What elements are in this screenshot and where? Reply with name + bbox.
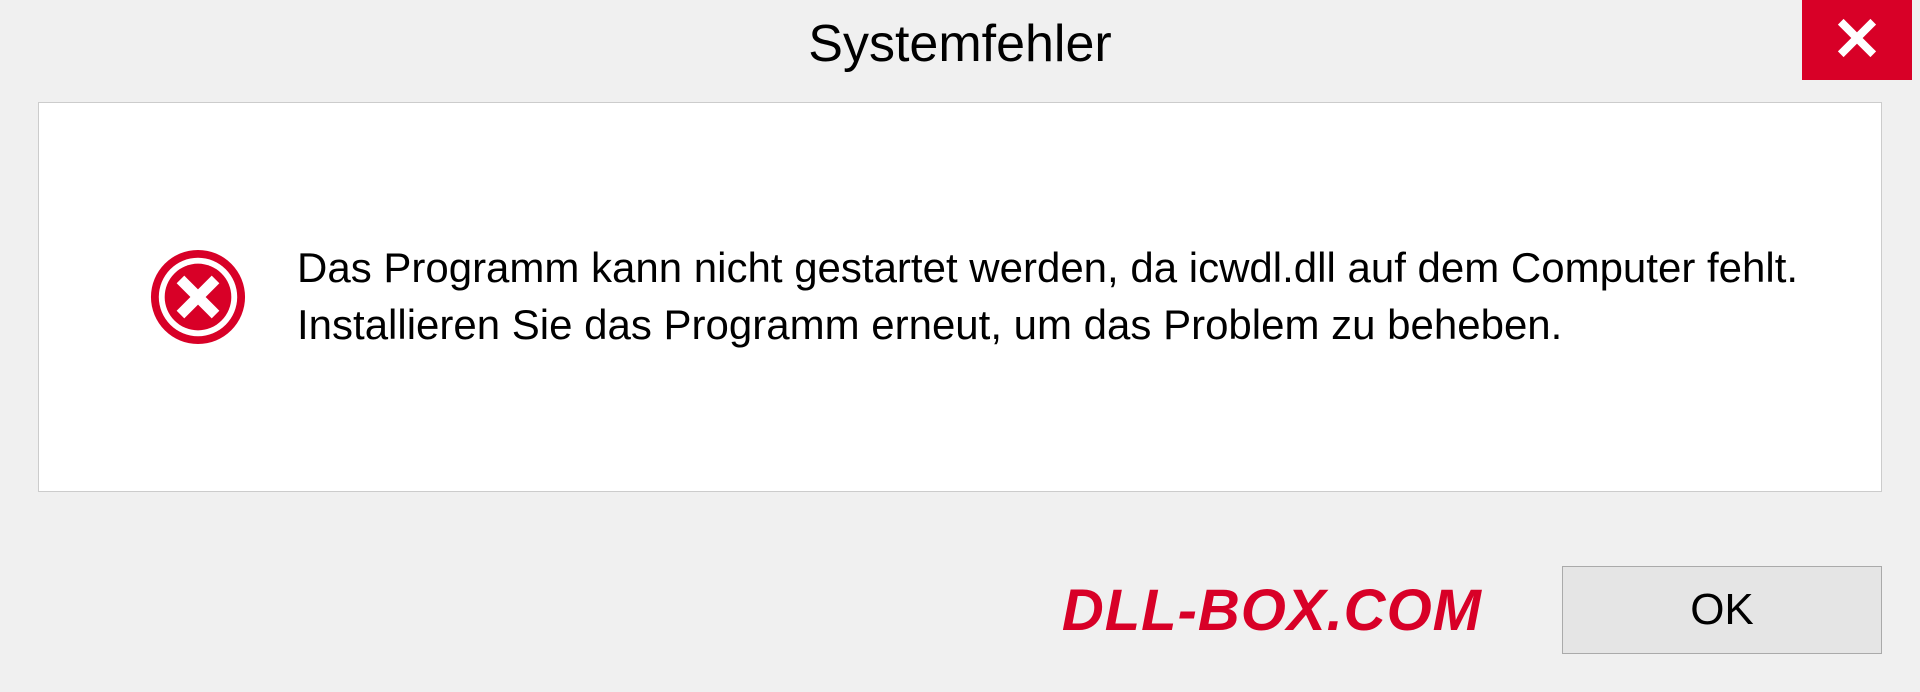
watermark-text: DLL-BOX.COM: [1062, 577, 1482, 644]
dialog-title: Systemfehler: [808, 14, 1111, 74]
error-message: Das Programm kann nicht gestartet werden…: [297, 240, 1811, 353]
ok-button[interactable]: OK: [1562, 566, 1882, 654]
dialog-footer: DLL-BOX.COM OK: [8, 566, 1882, 654]
message-panel: Das Programm kann nicht gestartet werden…: [38, 102, 1882, 492]
error-dialog: Systemfehler Das Programm kann nicht ges…: [8, 0, 1912, 684]
close-icon: [1834, 15, 1880, 66]
error-icon: [149, 248, 247, 346]
title-bar: Systemfehler: [8, 0, 1912, 88]
close-button[interactable]: [1802, 0, 1912, 80]
